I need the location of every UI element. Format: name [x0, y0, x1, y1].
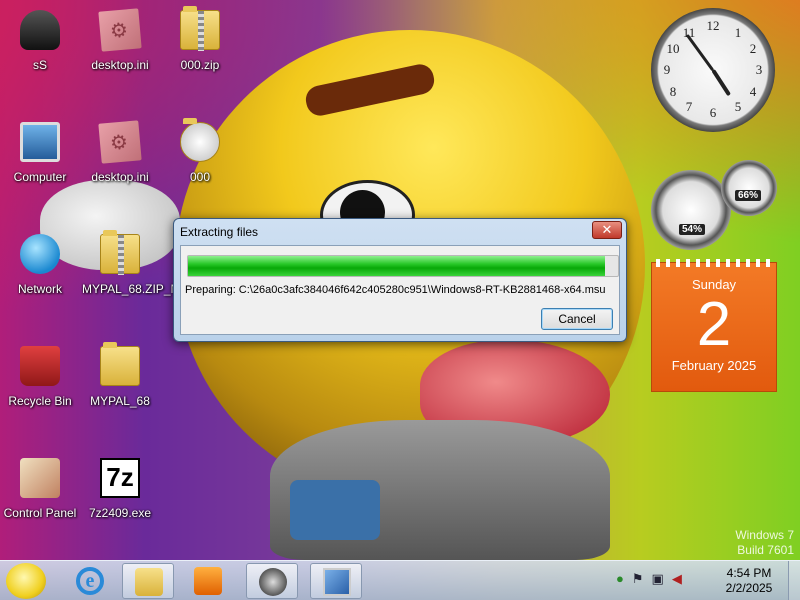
extraction-status-text: Preparing: C:\26a0c3afc384046f642c405280…	[185, 284, 606, 296]
clock-number: 5	[734, 99, 742, 114]
taskbar-item-media-player[interactable]	[182, 563, 234, 599]
zip-folder-icon	[180, 6, 220, 51]
wallpaper-shoe-detail	[290, 480, 380, 540]
desktop-icon-label: 7z2409.exe	[88, 506, 152, 520]
dialog-body: Preparing: C:\26a0c3afc384046f642c405280…	[180, 245, 620, 335]
desktop-icon-recycle-bin[interactable]: Recycle Bin	[2, 346, 78, 408]
calendar-day: 2	[696, 290, 732, 359]
calendar-gadget[interactable]: Sunday 2 February 2025	[651, 259, 777, 392]
user-folder-icon	[20, 10, 60, 50]
clock-number: 8	[669, 84, 677, 99]
disc-folder-icon	[180, 118, 220, 162]
desktop-icon-label: Recycle Bin	[8, 394, 72, 408]
desktop-icon-computer[interactable]: Computer	[2, 122, 78, 184]
show-desktop-button[interactable]	[788, 561, 800, 600]
system-tray: ● ⚑ ▣ ◀	[616, 571, 682, 591]
taskbar-time: 4:54 PM	[726, 566, 772, 580]
clock-number: 4	[749, 84, 757, 99]
cancel-button[interactable]: Cancel	[541, 308, 613, 330]
close-button[interactable]: ✕	[592, 221, 622, 239]
desktop-icon-ss[interactable]: sS	[2, 10, 78, 72]
desktop-icon-label: Network	[17, 282, 62, 296]
desktop-icon-7z2409[interactable]: 7z 7z2409.exe	[82, 458, 158, 520]
desktop-icon-mypal[interactable]: MYPAL_68	[82, 342, 158, 408]
windows-build-watermark: Windows 7 Build 7601	[735, 528, 794, 558]
progress-fill	[188, 256, 606, 276]
desktop-icon-label: Computer	[13, 170, 67, 184]
desktop-icon-label: sS	[32, 58, 47, 72]
computer-icon	[20, 122, 60, 162]
raccoon-icon	[259, 568, 287, 596]
clock-number: 1	[734, 25, 742, 40]
taskbar-clock[interactable]: 4:54 PM 2/2/2025	[720, 566, 778, 596]
watermark-build: Build 7601	[737, 543, 794, 557]
dialog-title: Extracting files	[180, 225, 259, 239]
network-icon	[20, 234, 60, 274]
clock-minute-hand	[685, 34, 715, 72]
calendar-rings	[656, 259, 772, 267]
desktop-icon-label: desktop.ini	[91, 170, 149, 184]
clock-number: 2	[749, 41, 757, 56]
folder-icon	[100, 342, 140, 386]
recycle-bin-icon	[20, 346, 60, 386]
desktop-icon-label: 000	[189, 170, 211, 184]
libraries-icon	[135, 568, 163, 596]
desktop-icon-desktop-ini-2[interactable]: desktop.ini	[82, 120, 158, 184]
taskbar-date: 2/2/2025	[725, 581, 773, 595]
extraction-progress-bar	[187, 255, 619, 277]
network-tray-icon[interactable]: ▣	[652, 571, 664, 591]
taskbar-item-libraries[interactable]	[122, 563, 174, 599]
cpu-meter-gadget[interactable]: 54% 66%	[651, 160, 781, 250]
desktop-icon-label: MYPAL_68.ZIP_N	[82, 282, 180, 296]
memory-percent: 66%	[735, 190, 762, 201]
cpu-dial	[651, 170, 731, 250]
clock-number: 7	[685, 99, 693, 114]
taskbar-item-setup[interactable]	[310, 563, 362, 599]
clock-number: 6	[709, 105, 717, 120]
desktop-icon-label: MYPAL_68	[90, 394, 150, 408]
taskbar: e ● ⚑ ▣ ◀ 4:54 PM 2/2/2025	[0, 560, 800, 600]
ini-file-icon	[98, 120, 142, 164]
extracting-files-dialog: Extracting files ✕ Preparing: C:\26a0c3a…	[173, 218, 627, 342]
taskbar-item-raccoon-app[interactable]	[246, 563, 298, 599]
calendar-month-year: February 2025	[671, 358, 757, 373]
clock-number: 3	[755, 62, 763, 77]
taskbar-item-internet-explorer[interactable]: e	[64, 563, 116, 599]
clock-number: 12	[706, 18, 720, 33]
desktop-icon-network[interactable]: Network	[2, 234, 78, 296]
flag-icon[interactable]: ⚑	[632, 571, 644, 591]
desktop-icon-label: 000.zip	[180, 58, 220, 72]
watermark-os: Windows 7	[735, 528, 794, 542]
cpu-percent: 54%	[679, 224, 706, 235]
desktop-icon-000[interactable]: 000	[162, 118, 238, 184]
media-player-icon	[194, 567, 222, 595]
desktop-icon-mypal-zip[interactable]: MYPAL_68.ZIP_N	[82, 230, 180, 296]
ini-file-icon	[98, 8, 142, 52]
desktop-icon-label: desktop.ini	[91, 58, 149, 72]
ie-icon: e	[76, 567, 104, 595]
desktop-icon-control-panel[interactable]: Control Panel	[2, 458, 78, 520]
7zip-icon: 7z	[100, 458, 140, 498]
desktop-icon-label: Control Panel	[3, 506, 77, 520]
clock-gadget[interactable]: 12 1 2 3 4 5 6 7 8 9 10 11	[651, 8, 775, 132]
clock-hour-hand	[711, 68, 732, 97]
zip-folder-icon	[100, 230, 140, 275]
setup-icon	[323, 568, 351, 596]
security-icon[interactable]: ●	[616, 571, 624, 591]
start-button[interactable]	[6, 563, 46, 599]
clock-number: 10	[666, 41, 680, 56]
memory-dial	[721, 160, 777, 216]
clock-number: 9	[663, 62, 671, 77]
control-panel-icon	[20, 458, 60, 498]
desktop-icon-000-zip[interactable]: 000.zip	[162, 6, 238, 72]
volume-muted-icon[interactable]: ◀	[672, 571, 682, 591]
desktop-icon-desktop-ini-1[interactable]: desktop.ini	[82, 8, 158, 72]
